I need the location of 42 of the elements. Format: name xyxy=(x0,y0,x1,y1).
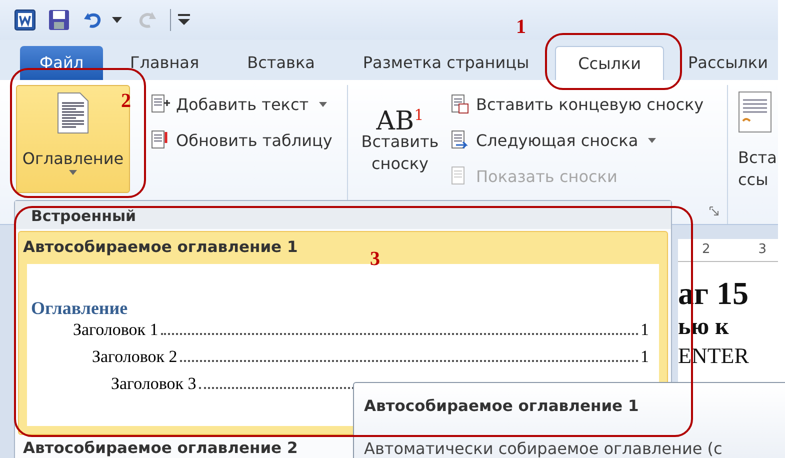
dialog-launcher-icon[interactable] xyxy=(709,206,719,216)
annotation-number: 3 xyxy=(370,248,380,271)
annotation-number: 2 xyxy=(121,90,131,113)
toc-heading: Оглавление xyxy=(30,298,129,320)
button-label: Вста xyxy=(738,147,777,169)
button-label: Оглавление xyxy=(22,148,124,170)
tooltip-text: Автоматически собираемое оглавление (с xyxy=(364,441,724,457)
ruler-number: 3 xyxy=(758,241,767,259)
ribbon-tab[interactable]: Главная xyxy=(130,46,200,80)
footnote-icon: AB$^{1}$ xyxy=(376,91,424,131)
annotation-number: 1 xyxy=(516,16,526,39)
document-icon xyxy=(450,94,470,114)
toc-entry: Заголовок 2 xyxy=(92,347,178,367)
tooltip-title: Автособираемое оглавление 1 xyxy=(364,397,640,415)
document-icon xyxy=(150,130,170,150)
toc-entry: Заголовок 1 xyxy=(73,320,158,340)
ribbon-button[interactable]: Обновить таблицу xyxy=(150,127,332,153)
button-label: Вставить xyxy=(361,131,439,153)
large-button[interactable]: AB$^{1}$ Вставить сноску xyxy=(356,85,444,193)
section-header: Встроенный xyxy=(31,207,136,225)
ribbon-button[interactable]: Вставить концевую сноску xyxy=(450,91,704,117)
ribbon-button[interactable]: Добавить текст xyxy=(150,91,332,117)
document-icon xyxy=(738,91,772,133)
page-number: 1 xyxy=(640,320,649,340)
ribbon-tab[interactable]: Рассылки xyxy=(688,46,768,80)
document-icon xyxy=(150,94,170,114)
ruler-number: 2 xyxy=(702,241,710,259)
document-icon xyxy=(450,130,470,150)
button-label: ссы xyxy=(738,169,768,191)
page-number: 1 xyxy=(640,347,649,367)
button-label: сноску xyxy=(372,153,428,175)
file-tab[interactable]: Файл xyxy=(20,46,103,80)
save-icon[interactable] xyxy=(48,9,70,31)
large-button[interactable]: Вста ссы xyxy=(738,85,778,193)
ribbon-tab[interactable]: Ссылки xyxy=(555,46,664,80)
ribbon-tab[interactable]: Вставка xyxy=(247,46,315,80)
document-icon xyxy=(56,92,90,134)
gallery-item-title: Автособираемое оглавление 1 xyxy=(23,238,298,256)
ribbon-button[interactable]: Следующая сноска xyxy=(450,127,704,153)
app-icon[interactable] xyxy=(14,9,36,31)
ribbon-tab[interactable]: Разметка страницы xyxy=(362,46,530,80)
toc-entry: Заголовок 3 xyxy=(111,374,196,394)
